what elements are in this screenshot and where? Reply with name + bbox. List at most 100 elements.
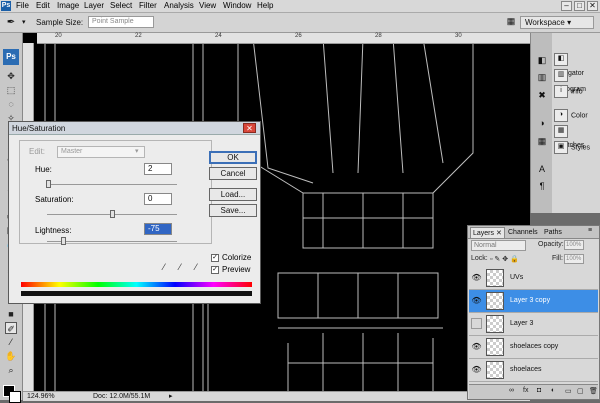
eyedropper-tool-icon[interactable]: ✒ — [4, 16, 18, 29]
lightness-slider-track[interactable] — [47, 241, 177, 242]
color-icon[interactable]: ◑ — [535, 116, 549, 130]
fill-input[interactable]: 100% — [564, 254, 584, 264]
app-icon[interactable]: Ps — [1, 1, 11, 11]
panel-menu-icon[interactable]: ≡ — [588, 227, 592, 234]
character-icon[interactable]: A — [535, 162, 549, 176]
close-icon[interactable]: ✕ — [243, 123, 256, 133]
minimize-button[interactable]: – — [561, 1, 572, 11]
workspace-button[interactable]: Workspace ▾ — [520, 16, 594, 29]
ruler-tick: 20 — [55, 33, 62, 39]
panel-info[interactable]: i Info — [554, 85, 583, 99]
lasso-tool-icon[interactable]: ◌ — [5, 98, 17, 110]
edit-select[interactable]: Master — [57, 146, 145, 158]
menu-analysis[interactable]: Analysis — [164, 1, 194, 11]
info-icon[interactable]: ✖ — [535, 88, 549, 102]
eye-icon[interactable]: 👁 — [471, 295, 482, 306]
tool-preset-chevron-icon[interactable]: ▾ — [22, 18, 26, 26]
output-spectrum-bar — [21, 291, 252, 296]
marquee-tool-icon[interactable]: ⬚ — [5, 84, 17, 96]
menu-layer[interactable]: Layer — [84, 1, 104, 11]
sample-size-label: Sample Size: — [36, 18, 84, 27]
move-tool-icon[interactable]: ✥ — [5, 70, 17, 82]
notes-tool-icon[interactable]: ✐ — [5, 322, 17, 334]
swatches-icon[interactable]: ▦ — [535, 134, 549, 148]
link-layers-icon[interactable]: ∞ — [509, 387, 514, 394]
menu-edit[interactable]: Edit — [36, 1, 50, 11]
layer-row[interactable]: 👁 shoelaces — [469, 359, 598, 382]
menu-image[interactable]: Image — [57, 1, 79, 11]
panel-styles[interactable]: ▣ Styles — [554, 141, 590, 155]
adjustment-layer-icon[interactable]: ◐ — [551, 387, 555, 394]
eye-icon[interactable]: 👁 — [471, 364, 482, 375]
panel-color[interactable]: ◑ Color — [554, 109, 588, 123]
layers-panel: Layers ✕ Channels Paths ≡ Normal Opacity… — [467, 225, 600, 400]
cancel-button[interactable]: Cancel — [209, 167, 257, 180]
opacity-input[interactable]: 100% — [564, 240, 584, 250]
lightness-slider-thumb[interactable] — [61, 237, 67, 245]
sample-size-select[interactable]: Point Sample — [88, 16, 154, 28]
menu-window[interactable]: Window — [223, 1, 251, 11]
menu-view[interactable]: View — [199, 1, 216, 11]
ruler-tick: 28 — [375, 33, 382, 39]
tab-paths[interactable]: Paths — [542, 227, 564, 238]
bridge-icon[interactable]: ▦ — [505, 16, 517, 28]
layer-mask-icon[interactable]: ◘ — [537, 387, 541, 394]
histogram-icon[interactable]: ▥ — [535, 70, 549, 84]
ok-button[interactable]: OK — [209, 151, 257, 164]
menu-select[interactable]: Select — [110, 1, 132, 11]
layer-row[interactable]: 👁 shoelaces copy — [469, 336, 598, 359]
menu-file[interactable]: File — [16, 1, 29, 11]
menu-help[interactable]: Help — [257, 1, 273, 11]
shape-tool-icon[interactable]: ■ — [5, 308, 17, 320]
ps-logo[interactable]: Ps — [3, 49, 19, 65]
dialog-title[interactable]: Hue/Saturation — [9, 122, 260, 135]
new-group-icon[interactable]: ▭ — [565, 387, 572, 395]
background-color-swatch[interactable] — [9, 391, 21, 403]
close-window-button[interactable]: ✕ — [587, 1, 598, 11]
maximize-button[interactable]: □ — [574, 1, 585, 11]
eye-icon[interactable]: 👁 — [471, 272, 482, 283]
layer-row[interactable]: Layer 3 — [469, 313, 598, 336]
lightness-input[interactable]: -75 — [144, 223, 172, 235]
eyedropper-plus-icon[interactable]: ⁄ — [175, 262, 185, 272]
hue-input[interactable]: 2 — [144, 163, 172, 175]
tab-layers[interactable]: Layers ✕ — [470, 227, 505, 238]
saturation-slider-thumb[interactable] — [110, 210, 115, 218]
blend-mode-select[interactable]: Normal — [471, 240, 526, 251]
panel-histogram[interactable]: ▥Histogram — [554, 69, 600, 93]
layer-style-icon[interactable]: fx — [523, 387, 528, 394]
dock-panels: ◧Navigator ▥Histogram i Info ◑ Color ▦Swat… — [552, 33, 600, 213]
eye-icon[interactable]: 👁 — [471, 341, 482, 352]
eye-hidden-icon[interactable] — [471, 318, 482, 329]
ruler-tick: 24 — [215, 33, 222, 39]
tab-channels[interactable]: Channels — [506, 227, 540, 238]
preview-checkbox[interactable]: ✓ — [211, 266, 219, 274]
chevron-down-icon: ▾ — [135, 148, 139, 155]
layer-row-selected[interactable]: 👁 Layer 3 copy — [469, 290, 598, 313]
navigator-icon[interactable]: ◧ — [535, 53, 549, 67]
lock-icons[interactable]: ▫ ✎ ✥ 🔒 — [490, 255, 519, 263]
saturation-input[interactable]: 0 — [144, 193, 172, 205]
panel-navigator[interactable]: ◧Navigator — [554, 53, 600, 77]
eyedropper-minus-icon[interactable]: ⁄ — [191, 262, 201, 272]
colorize-checkbox[interactable]: ✓ — [211, 254, 219, 262]
hue-slider-thumb[interactable] — [46, 180, 52, 188]
eyedropper-icon[interactable]: ⁄ — [159, 262, 169, 272]
trash-icon[interactable]: 🗑 — [589, 387, 598, 395]
load-button[interactable]: Load... — [209, 188, 257, 201]
hand-tool-icon[interactable]: ✋ — [5, 350, 17, 362]
paragraph-icon[interactable]: ¶ — [535, 179, 549, 193]
navigator-panel-icon: ◧ — [554, 53, 568, 66]
save-button[interactable]: Save... — [209, 204, 257, 217]
preview-label: Preview — [222, 265, 251, 274]
new-layer-icon[interactable]: ▢ — [577, 387, 584, 395]
uv-shell-grid — [303, 192, 433, 248]
panel-swatches[interactable]: ▦Swatches — [554, 125, 600, 149]
menu-filter[interactable]: Filter — [139, 1, 157, 11]
ruler-tick: 22 — [135, 33, 142, 39]
layer-row[interactable]: 👁 UVs — [469, 267, 598, 290]
eyedropper-toolbox-icon[interactable]: ⁄ — [5, 336, 17, 348]
lock-label: Lock: — [471, 255, 488, 262]
zoom-tool-icon[interactable]: ⌕ — [5, 364, 17, 376]
hue-slider-track[interactable] — [47, 184, 177, 185]
